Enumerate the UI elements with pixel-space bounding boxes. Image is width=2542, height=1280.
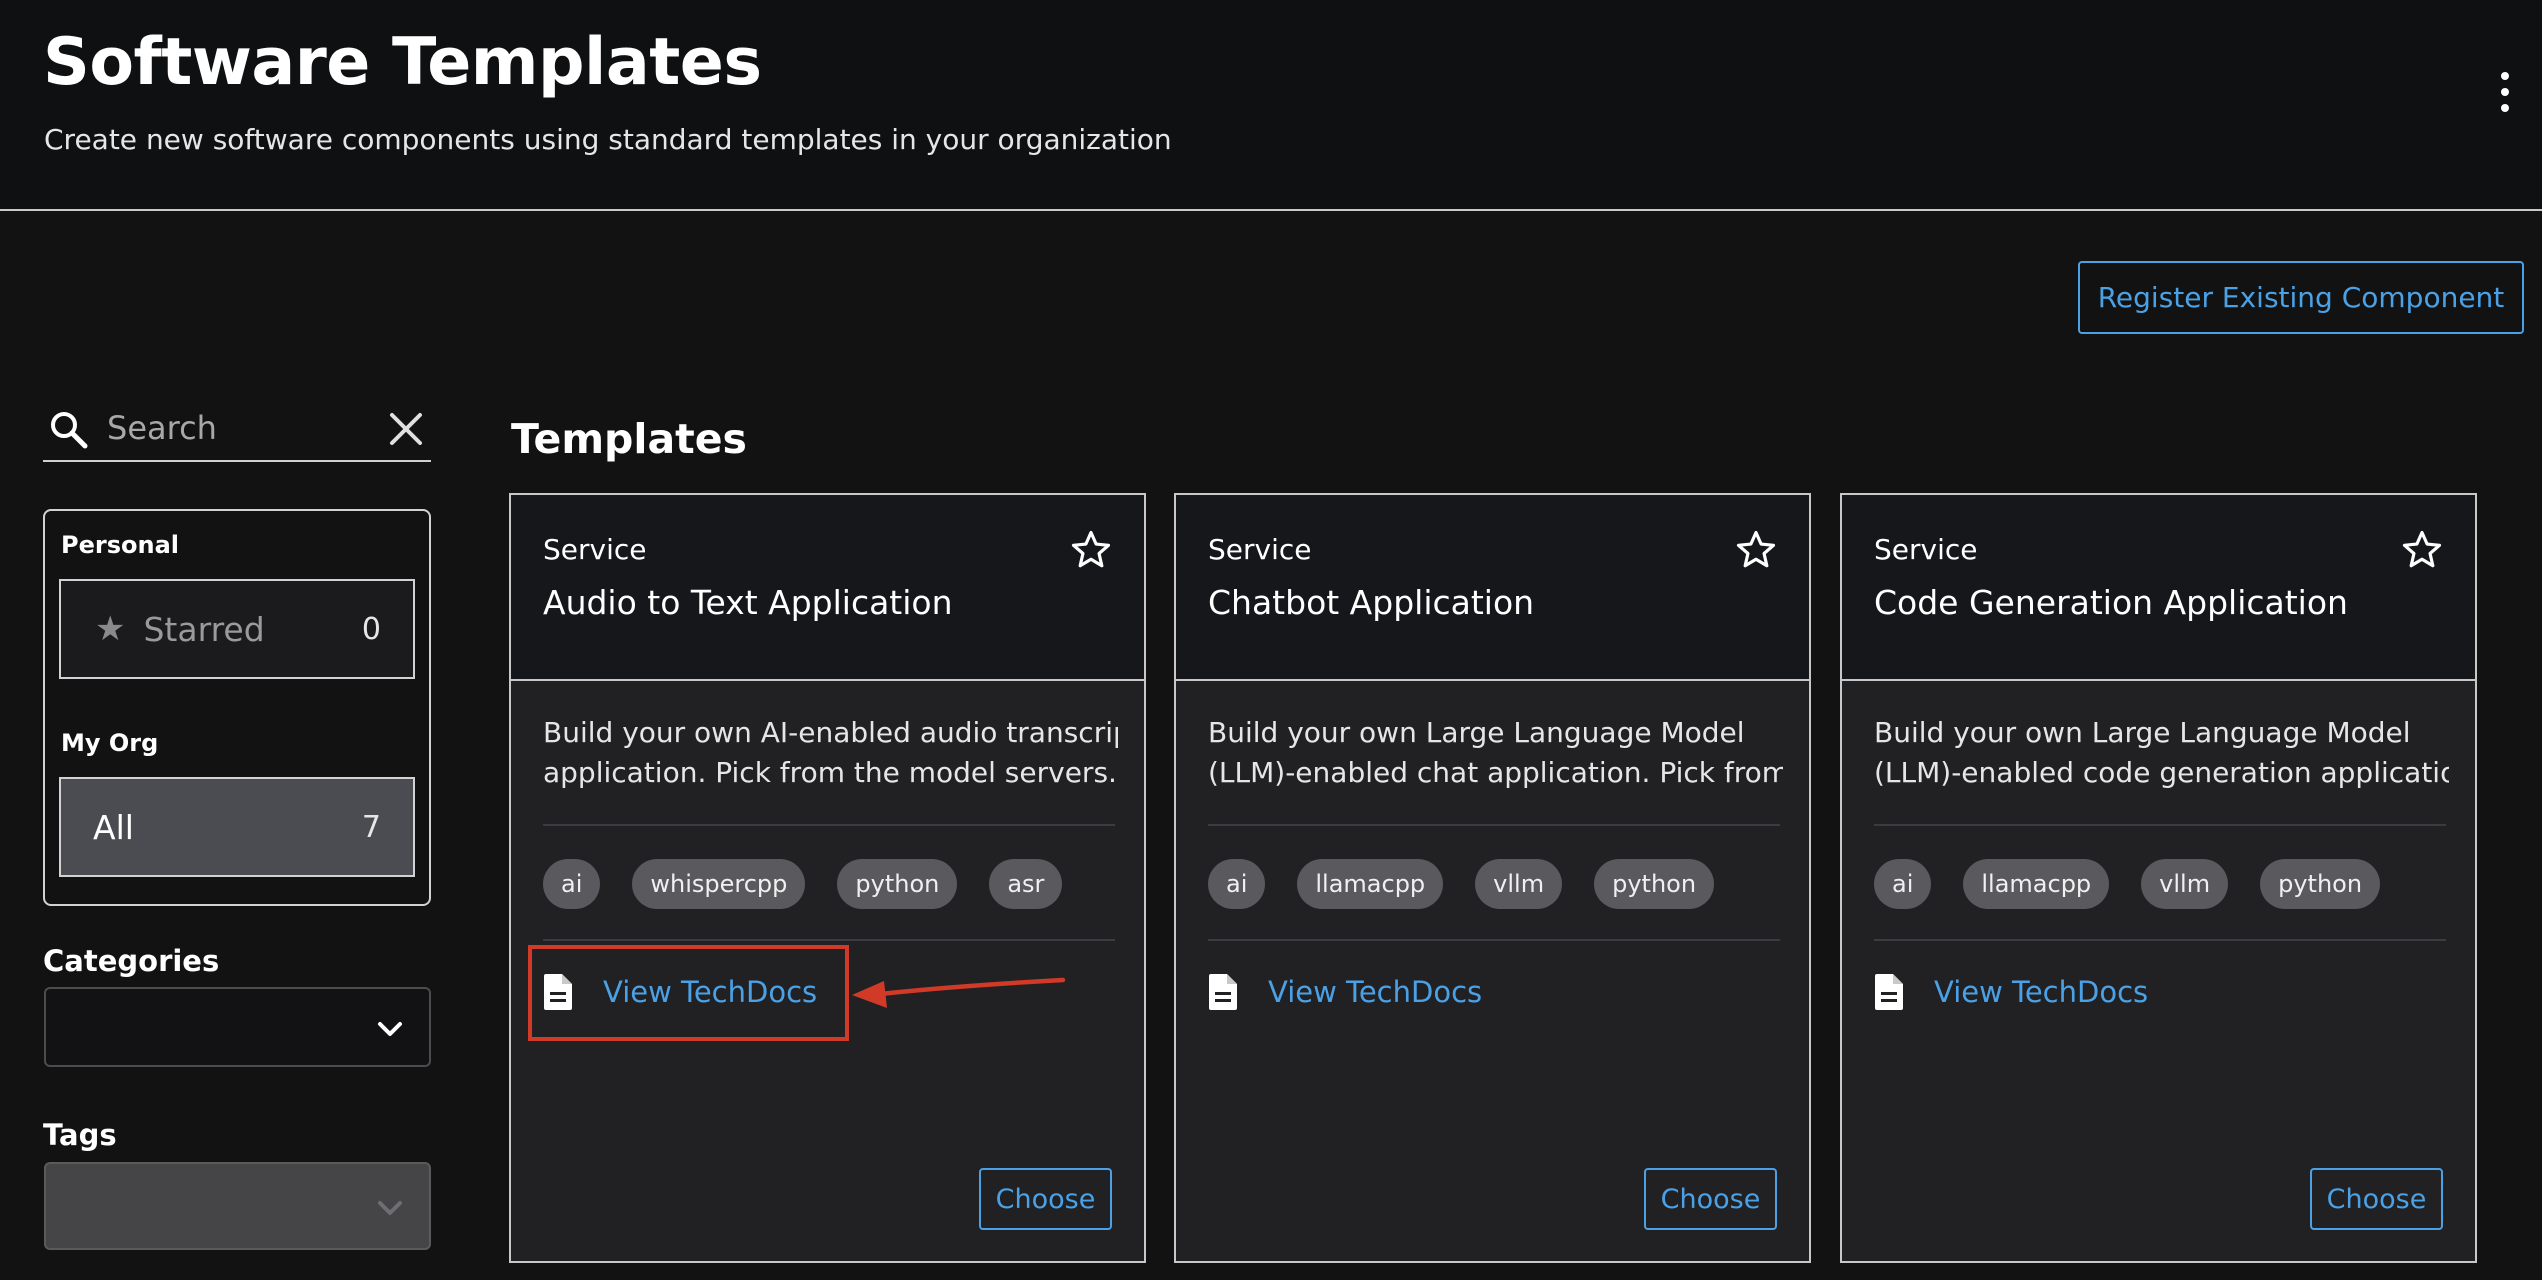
card-header: Service Code Generation Application (1842, 495, 2475, 681)
card-title: Audio to Text Application (543, 583, 953, 622)
star-filled-icon: ★ (95, 609, 126, 649)
card-type: Service (1208, 533, 1312, 566)
choose-button[interactable]: Choose (2310, 1168, 2443, 1230)
star-outline-icon[interactable] (1070, 529, 1112, 571)
tag-chip[interactable]: whispercpp (632, 859, 806, 909)
tag-chip[interactable]: ai (1874, 859, 1932, 909)
template-card-chatbot: Service Chatbot Application Build your o… (1174, 493, 1811, 1263)
owner-item-count: 0 (361, 611, 381, 647)
tag-chip[interactable]: vllm (2141, 859, 2229, 909)
card-header: Service Chatbot Application (1176, 495, 1809, 681)
divider (1208, 824, 1780, 826)
techdocs-label: View TechDocs (1934, 975, 2149, 1009)
document-icon (1875, 974, 1903, 1010)
divider (1874, 824, 2446, 826)
owner-item-count: 7 (361, 809, 381, 845)
card-title: Code Generation Application (1874, 583, 2348, 622)
divider (1208, 939, 1780, 941)
annotation-highlight-box (528, 945, 849, 1041)
page-header: Software Templates Create new software c… (0, 0, 2542, 211)
card-type: Service (543, 533, 647, 566)
tag-chip[interactable]: ai (1208, 859, 1266, 909)
search-icon (51, 412, 88, 449)
tags-select[interactable] (44, 1162, 431, 1250)
page-subtitle: Create new software components using sta… (44, 123, 1172, 156)
templates-section-title: Templates (511, 415, 747, 463)
card-tags: ai llamacpp vllm python (1208, 859, 1715, 909)
card-title: Chatbot Application (1208, 583, 1535, 622)
categories-select[interactable] (44, 987, 431, 1067)
chevron-down-icon (378, 1201, 402, 1215)
owner-item-all[interactable]: All 7 (59, 777, 415, 877)
template-card-code-generation: Service Code Generation Application Buil… (1840, 493, 2477, 1263)
star-outline-icon[interactable] (2401, 529, 2443, 571)
tag-chip[interactable]: python (2260, 859, 2381, 909)
page-title: Software Templates (43, 25, 762, 100)
tag-chip[interactable]: vllm (1475, 859, 1563, 909)
tag-chip[interactable]: asr (989, 859, 1063, 909)
owner-item-label: All (93, 807, 134, 847)
card-description: Build your own Large Language Model (LLM… (1208, 716, 1783, 789)
register-existing-component-button[interactable]: Register Existing Component (2078, 261, 2524, 334)
card-description: Build your own AI-enabled audio transcri… (543, 716, 1118, 789)
choose-button[interactable]: Choose (979, 1168, 1112, 1230)
card-header: Service Audio to Text Application (511, 495, 1144, 681)
owner-item-label: Starred (143, 609, 265, 649)
tags-label: Tags (43, 1118, 117, 1152)
tag-chip[interactable]: python (837, 859, 958, 909)
tag-chip[interactable]: llamacpp (1963, 859, 2110, 909)
divider (543, 939, 1115, 941)
card-tags: ai whispercpp python asr (543, 859, 1063, 909)
card-tags: ai llamacpp vllm python (1874, 859, 2381, 909)
star-outline-icon[interactable] (1735, 529, 1777, 571)
divider (543, 824, 1115, 826)
chevron-down-icon (378, 1022, 402, 1036)
choose-button[interactable]: Choose (1644, 1168, 1777, 1230)
categories-label: Categories (43, 944, 220, 978)
card-type: Service (1874, 533, 1978, 566)
view-techdocs-link[interactable]: View TechDocs (1208, 973, 1482, 1011)
card-description: Build your own Large Language Model (LLM… (1874, 716, 2449, 789)
owner-filter: Personal ★ Starred 0 My Org All 7 (43, 509, 431, 906)
view-techdocs-link[interactable]: View TechDocs (1874, 973, 2148, 1011)
divider (1874, 939, 2446, 941)
close-icon[interactable] (387, 410, 425, 448)
owner-item-starred[interactable]: ★ Starred 0 (59, 579, 415, 679)
search-input[interactable] (107, 406, 377, 450)
template-card-audio-to-text: Service Audio to Text Application Build … (509, 493, 1146, 1263)
my-org-label: My Org (61, 729, 159, 757)
tag-chip[interactable]: ai (543, 859, 601, 909)
tag-chip[interactable]: python (1594, 859, 1715, 909)
search-bar (43, 398, 431, 462)
kebab-menu-icon[interactable] (2490, 68, 2520, 116)
tag-chip[interactable]: llamacpp (1297, 859, 1444, 909)
document-icon (1209, 974, 1237, 1010)
techdocs-label: View TechDocs (1268, 975, 1483, 1009)
personal-label: Personal (61, 531, 179, 559)
